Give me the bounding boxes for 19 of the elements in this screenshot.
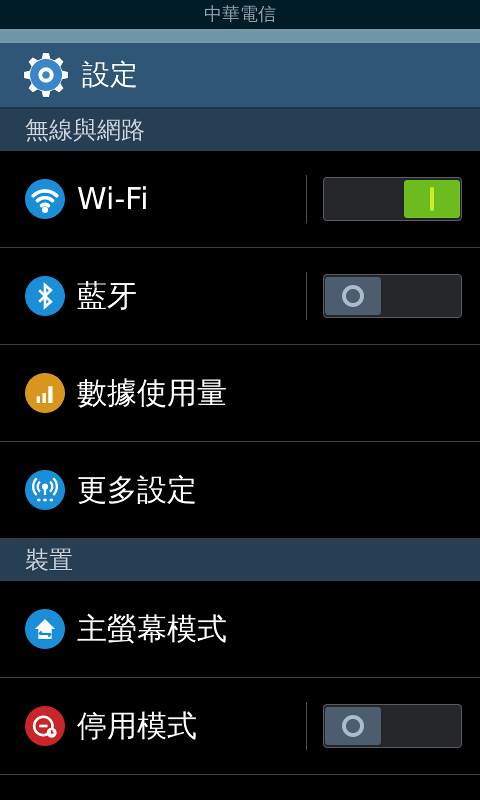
setting-label: 數據使用量	[77, 374, 228, 412]
settings-row[interactable]: 數據使用量	[0, 345, 480, 442]
settings-row[interactable]: 藍牙	[0, 248, 480, 345]
carrier-name: 中華電信	[204, 6, 276, 24]
setting-label: Wi-Fi	[77, 180, 150, 218]
setting-label: 更多設定	[77, 472, 198, 510]
section-title: 裝置	[25, 545, 73, 576]
settings-row[interactable]: Wi-Fi	[0, 151, 480, 248]
section-title: 無線與網路	[25, 115, 145, 146]
setting-label: 主螢幕模式	[77, 610, 228, 648]
toggle-switch[interactable]	[323, 704, 462, 748]
settings-row[interactable]: 主螢幕模式	[0, 581, 480, 678]
setting-label: 藍牙	[77, 278, 138, 316]
toggle-switch[interactable]	[323, 274, 462, 318]
settings-row[interactable]: 停用模式	[0, 678, 480, 775]
setting-label: 停用模式	[77, 708, 198, 746]
toggle-switch[interactable]	[323, 177, 462, 221]
settings-icon	[22, 51, 70, 99]
screen-title: 設定	[82, 57, 138, 93]
